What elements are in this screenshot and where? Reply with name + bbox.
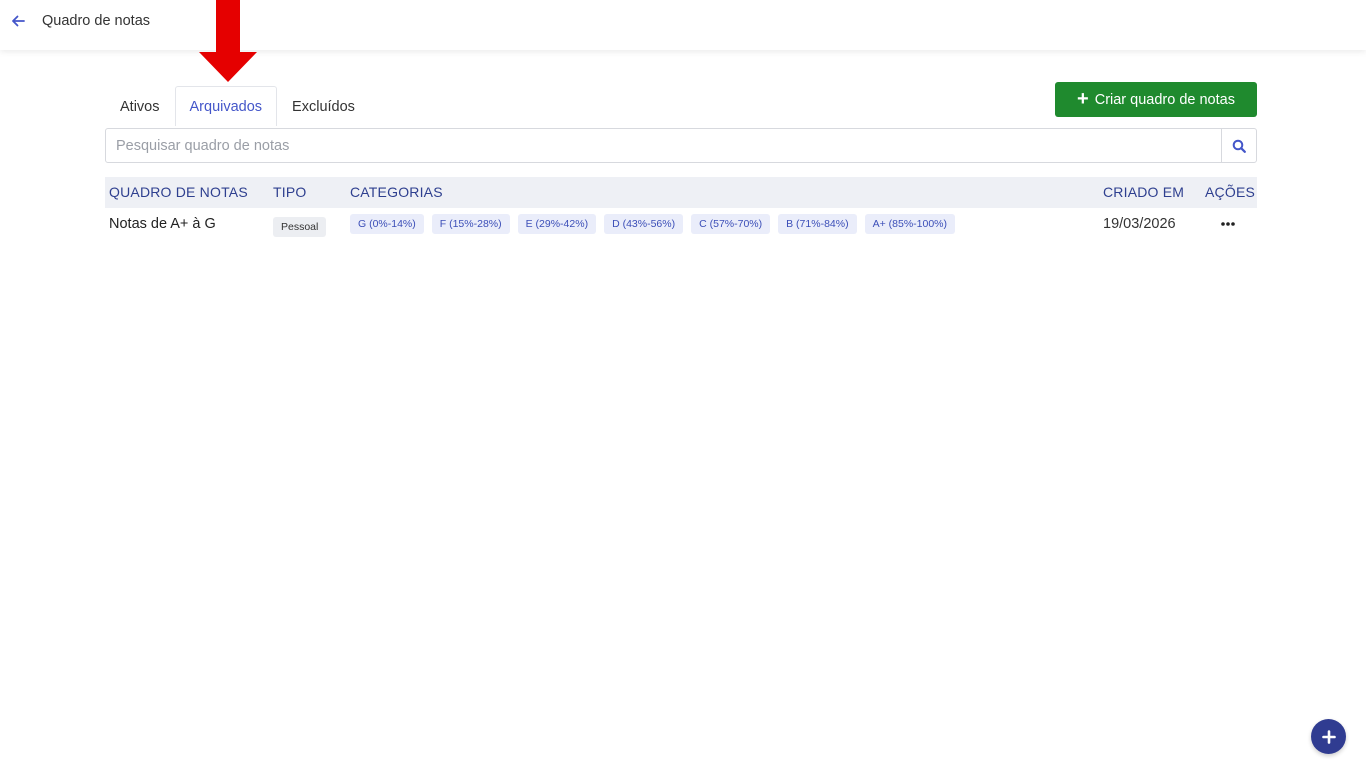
plus-icon [1321,729,1336,744]
search-input[interactable] [106,129,1221,162]
row-actions-button[interactable] [1218,216,1238,232]
created-date: 19/03/2026 [1103,216,1176,232]
create-button-label: Criar quadro de notas [1094,91,1235,108]
category-chip: B (71%-84%) [778,214,857,234]
board-name: Notas de A+ à G [109,216,216,232]
search-icon [1232,139,1246,153]
category-chip: F (15%-28%) [431,214,510,234]
column-header-categories: CATEGORIAS [350,184,443,200]
table-row[interactable]: Notas de A+ à G Pessoal G (0%-14%) F (15… [105,208,1257,240]
tab-bar: Ativos Arquivados Excluídos [105,86,370,126]
column-header-created: CRIADO EM [1103,184,1185,200]
grade-boards-table: QUADRO DE NOTAS TIPO CATEGORIAS CRIADO E… [105,177,1257,240]
tab-excluidos[interactable]: Excluídos [277,86,370,126]
red-arrow-down-icon [199,0,257,82]
column-header-name: QUADRO DE NOTAS [109,184,248,200]
create-grade-board-button[interactable]: + Criar quadro de notas [1055,82,1257,117]
categories-list: G (0%-14%) F (15%-28%) E (29%-42%) D (43… [350,214,956,234]
search-bar [105,128,1257,163]
type-badge: Pessoal [273,217,327,237]
category-chip: A+ (85%-100%) [864,214,956,234]
category-chip: C (57%-70%) [691,214,771,234]
category-chip: E (29%-42%) [517,214,597,234]
category-chip: G (0%-14%) [350,214,424,234]
column-header-actions: AÇÕES [1205,184,1256,200]
table-header: QUADRO DE NOTAS TIPO CATEGORIAS CRIADO E… [105,177,1257,208]
column-header-type: TIPO [273,184,307,200]
arrow-left-icon [12,15,25,27]
search-button[interactable] [1221,129,1256,162]
plus-icon: + [1077,87,1089,110]
category-chip: D (43%-56%) [604,214,684,234]
floating-add-button[interactable] [1311,719,1346,754]
more-horizontal-icon [1221,222,1235,226]
back-button[interactable] [9,12,27,30]
tab-arquivados[interactable]: Arquivados [174,86,278,126]
tab-ativos[interactable]: Ativos [105,86,175,126]
page-title: Quadro de notas [42,13,151,29]
